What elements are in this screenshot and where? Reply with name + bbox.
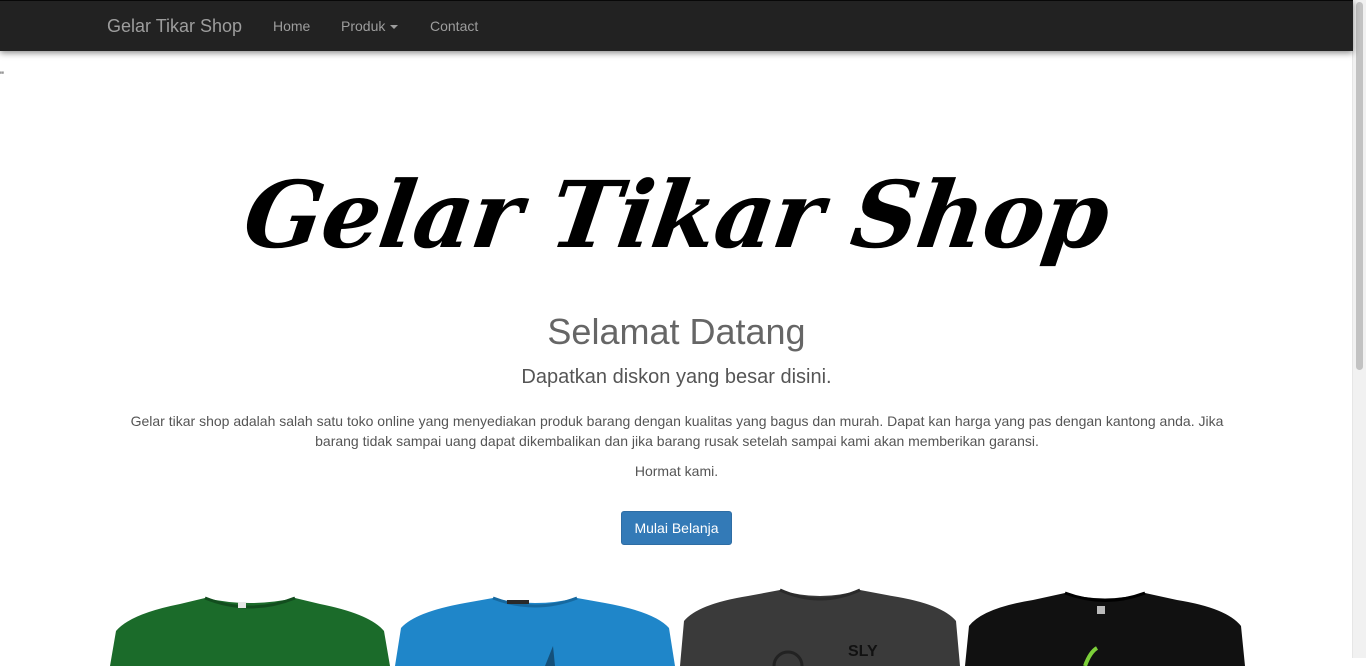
hero-closing: Hormat kami. bbox=[634, 463, 719, 479]
hero-description: Gelar tikar shop adalah salah satu toko … bbox=[130, 413, 1224, 449]
top-navbar: Gelar Tikar Shop Home Produk Contact bbox=[0, 0, 1353, 51]
nav-item-contact[interactable]: Contact bbox=[430, 18, 478, 34]
blue-tshirt-image[interactable] bbox=[395, 586, 675, 666]
hero-logo: Gelar Tikar Shop bbox=[237, 161, 1116, 269]
nav-item-produk[interactable]: Produk bbox=[341, 18, 399, 34]
grey-tshirt-image[interactable]: SLY bbox=[680, 586, 960, 666]
tshirt-print-text: SLY bbox=[848, 643, 878, 660]
black-tshirt-image[interactable] bbox=[965, 586, 1245, 666]
navbar-brand[interactable]: Gelar Tikar Shop bbox=[107, 16, 242, 37]
green-tshirt-image[interactable] bbox=[110, 586, 390, 666]
nav-item-home[interactable]: Home bbox=[273, 18, 310, 34]
hero-title: Selamat Datang bbox=[547, 311, 806, 352]
vertical-scrollbar[interactable] bbox=[1352, 0, 1366, 658]
hero-subtitle: Dapatkan diskon yang besar disini. bbox=[521, 366, 832, 388]
start-shopping-button[interactable]: Mulai Belanja bbox=[621, 511, 732, 545]
chevron-down-icon bbox=[390, 25, 399, 30]
nav-item-produk-label: Produk bbox=[341, 18, 386, 34]
stray-quote-text: " bbox=[0, 70, 4, 82]
